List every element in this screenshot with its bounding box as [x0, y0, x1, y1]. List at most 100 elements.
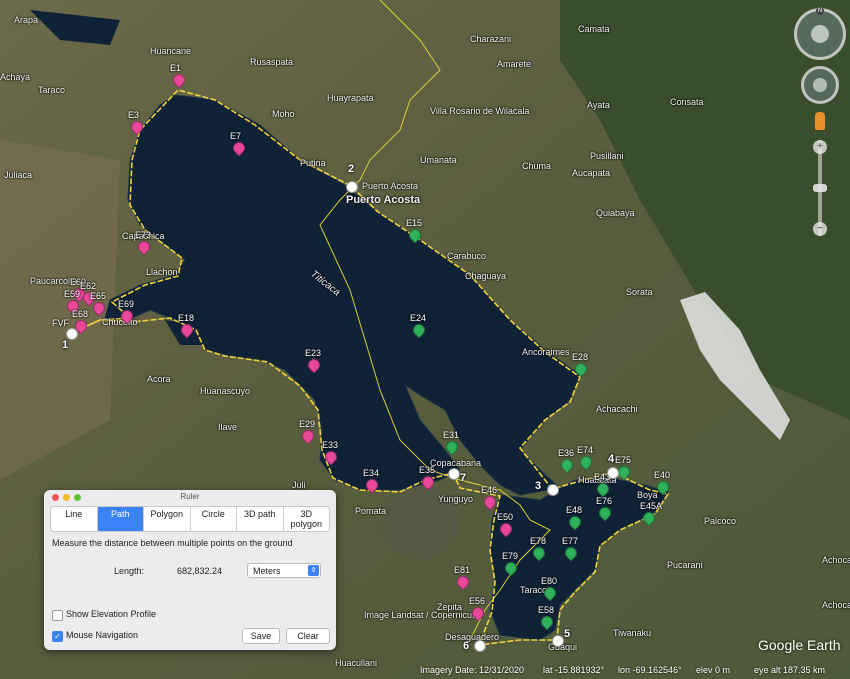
path-vertex[interactable] — [552, 635, 564, 647]
path-vertex[interactable] — [448, 468, 460, 480]
place-label: Ilave — [218, 422, 238, 432]
zoom-in-icon[interactable]: + — [813, 140, 827, 154]
placemark-label: E33 — [322, 440, 339, 450]
placemark-label: E18 — [178, 313, 195, 323]
place-label: Quiabaya — [596, 208, 635, 218]
status-bar: Imagery Date: 12/31/2020 lat -15.881932°… — [340, 662, 850, 679]
place-label: Taraco — [38, 85, 66, 95]
path-vertex-label: 5 — [564, 628, 571, 640]
latitude-readout: lat -15.881932° — [543, 665, 605, 675]
placemark-label: E34 — [363, 468, 380, 478]
unit-select[interactable]: Meters ⇕ — [247, 563, 321, 578]
placemark-label: E79 — [502, 551, 519, 561]
place-label: Rusaspata — [250, 57, 294, 67]
place-label: Chuma — [522, 161, 552, 171]
tab-line[interactable]: Line — [51, 507, 98, 531]
path-vertex[interactable] — [607, 467, 619, 479]
compass-icon[interactable]: N — [794, 7, 846, 60]
placemark-label: E75 — [615, 455, 632, 465]
placemark-label: E78 — [530, 536, 547, 546]
path-vertex-label: 7 — [460, 472, 467, 484]
placemark-label: E62 — [80, 281, 97, 291]
path-vertex-label: 3 — [535, 480, 542, 492]
placemark-label: E15 — [406, 218, 423, 228]
placemark-label: E46 — [481, 485, 498, 495]
mouse-navigation-label: Mouse Navigation — [66, 630, 139, 640]
zoom-out-icon[interactable]: − — [813, 222, 827, 236]
path-vertex[interactable] — [346, 181, 358, 193]
place-label: Huanascuyo — [200, 386, 251, 396]
look-joystick-icon[interactable] — [801, 66, 839, 104]
place-label: Moho — [272, 109, 295, 119]
path-vertex[interactable] — [474, 640, 486, 652]
place-label: Chaguaya — [465, 271, 507, 281]
place-label: Palcoco — [704, 516, 737, 526]
placemark-label: E7 — [230, 131, 242, 141]
place-label: Juliaca — [4, 170, 33, 180]
place-label: Huayrapata — [327, 93, 374, 103]
place-label: Achaya — [0, 72, 31, 82]
elevation-readout: elev 0 m — [696, 665, 731, 675]
place-label: Achocal — [822, 600, 850, 610]
place-label: Image Landsat / Copernicus — [364, 610, 477, 620]
pegman-icon[interactable] — [815, 112, 825, 130]
ruler-titlebar[interactable]: Ruler — [44, 490, 336, 504]
place-label: Carabuco — [447, 251, 487, 261]
path-vertex-label: 2 — [348, 163, 355, 175]
place-label: Pusillani — [590, 151, 624, 161]
place-label: Pomata — [355, 506, 387, 516]
ruler-dialog: Ruler Line Path Polygon Circle 3D path 3… — [44, 490, 336, 650]
placemark-label: E58 — [538, 605, 555, 615]
placemark-label: E1 — [170, 63, 182, 73]
imagery-date: Imagery Date: 12/31/2020 — [420, 665, 525, 675]
place-label: Acora — [147, 374, 171, 384]
tab-3d-polygon[interactable]: 3D polygon — [284, 507, 330, 531]
ruler-description: Measure the distance between multiple po… — [52, 538, 293, 548]
placemark-label: E73 — [135, 230, 152, 240]
placemark-label: E80 — [541, 576, 558, 586]
place-label: Sorata — [626, 287, 653, 297]
place-label: Arapa — [14, 15, 39, 25]
placemark-label: E23 — [305, 348, 322, 358]
place-label: Consata — [670, 97, 704, 107]
placemark-label: E65 — [90, 291, 107, 301]
placemark-label: E3 — [128, 110, 140, 120]
tab-path[interactable]: Path — [97, 507, 144, 531]
maximize-button[interactable] — [74, 494, 81, 501]
minimize-button[interactable] — [63, 494, 70, 501]
placemark-label: E28 — [572, 352, 589, 362]
place-label: Desaguadero — [445, 632, 500, 642]
place-label-major: Puerto Acosta — [346, 194, 421, 206]
placemark-label: E50 — [497, 512, 514, 522]
placemark-label: E76 — [596, 496, 613, 506]
zoom-thumb[interactable] — [813, 184, 827, 192]
zoom-slider[interactable]: + − — [813, 140, 827, 236]
place-label: Aucapata — [572, 168, 611, 178]
place-label: Ayata — [587, 100, 610, 110]
elevation-profile-checkbox[interactable] — [52, 610, 63, 621]
tab-3d-path[interactable]: 3D path — [237, 507, 284, 531]
close-button[interactable] — [52, 494, 59, 501]
mouse-navigation-checkbox[interactable]: ✓ — [52, 631, 63, 642]
place-label: Puerto Acosta — [362, 181, 419, 191]
place-label: Tiwanaku — [613, 628, 652, 638]
placemark-label: E74 — [577, 445, 594, 455]
clear-button[interactable]: Clear — [286, 628, 330, 644]
place-label: Umanata — [420, 155, 457, 165]
placemark-label: E59 — [64, 289, 81, 299]
path-vertex-label: 6 — [463, 640, 470, 652]
place-label: Achacachi — [596, 404, 638, 414]
unit-select-value: Meters — [253, 566, 281, 576]
placemark-label: E77 — [562, 536, 579, 546]
tab-polygon[interactable]: Polygon — [144, 507, 191, 531]
placemark-label: E31 — [443, 430, 460, 440]
tab-circle[interactable]: Circle — [191, 507, 237, 531]
place-label: Yunguyo — [438, 494, 474, 504]
place-label: Charazani — [470, 34, 512, 44]
place-label: Villa Rosario de Wilacala — [430, 106, 530, 116]
path-vertex[interactable] — [547, 484, 559, 496]
path-vertex-label: 4 — [608, 453, 615, 465]
save-button[interactable]: Save — [242, 628, 280, 644]
placemark-label: E69 — [118, 299, 135, 309]
place-label: Amarete — [497, 59, 532, 69]
